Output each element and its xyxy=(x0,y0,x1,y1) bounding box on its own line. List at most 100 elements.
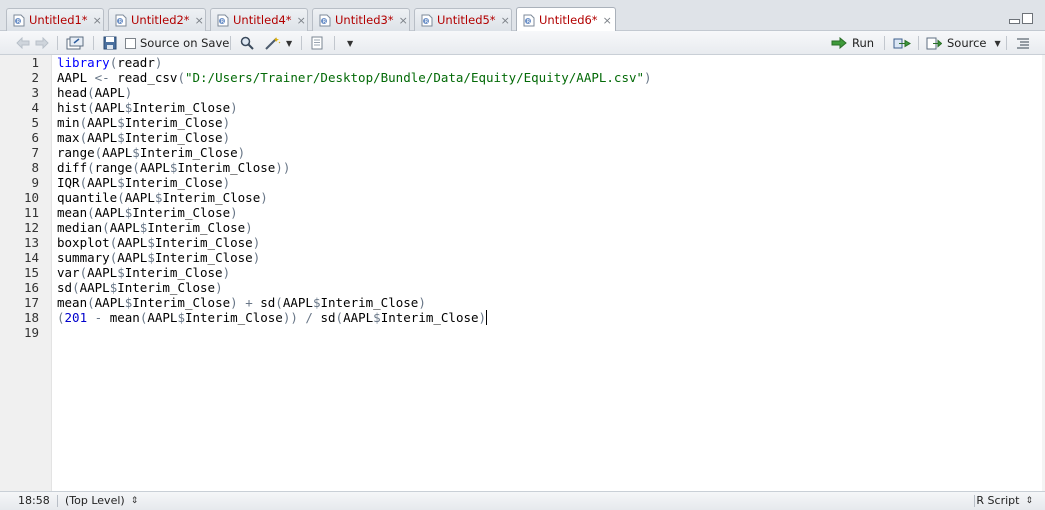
compile-report-icon[interactable] xyxy=(310,31,324,55)
toolbar-separator xyxy=(230,36,231,50)
close-icon[interactable]: × xyxy=(603,14,612,27)
close-icon[interactable]: × xyxy=(501,14,510,27)
tab-untitled2[interactable]: R Untitled2* × xyxy=(108,8,206,31)
source-button[interactable]: Source ▼ xyxy=(926,31,1001,55)
tab-label: Untitled6* xyxy=(539,13,598,27)
svg-text:R: R xyxy=(221,19,225,25)
tab-untitled4[interactable]: R Untitled4* × xyxy=(210,8,308,31)
source-on-save-checkbox[interactable]: Source on Save xyxy=(125,31,229,55)
search-icon[interactable] xyxy=(240,31,254,55)
toolbar-separator xyxy=(884,36,885,50)
r-file-icon: R xyxy=(217,14,229,27)
toolbar-separator xyxy=(93,36,94,50)
tab-label: Untitled3* xyxy=(335,13,394,27)
editor-toolbar: Source on Save ▼ ▼ Run Source ▼ xyxy=(0,31,1045,55)
source-on-save-label: Source on Save xyxy=(140,36,230,50)
scope-label: (Top Level) xyxy=(65,494,125,507)
tab-label: Untitled1* xyxy=(29,13,88,27)
r-file-icon: R xyxy=(115,14,127,27)
line-number: 14 xyxy=(23,250,39,265)
source-label: Source xyxy=(947,36,987,50)
code-line[interactable]: head(AAPL) xyxy=(57,85,132,100)
line-number: 9 xyxy=(31,175,39,190)
close-icon[interactable]: × xyxy=(297,14,306,27)
code-line[interactable]: quantile(AAPL$Interim_Close) xyxy=(57,190,268,205)
options-dropdown[interactable]: ▼ xyxy=(343,31,353,55)
document-outline-icon[interactable] xyxy=(1016,31,1030,55)
line-number: 10 xyxy=(23,190,39,205)
file-type-label: R Script xyxy=(976,494,1020,507)
cursor-position: 18:58 xyxy=(18,494,50,507)
chevron-down-icon[interactable]: ▼ xyxy=(995,39,1001,48)
code-line[interactable]: AAPL <- read_csv("D:/Users/Trainer/Deskt… xyxy=(57,70,652,85)
line-number: 19 xyxy=(23,325,39,340)
close-icon[interactable]: × xyxy=(195,14,204,27)
line-number: 13 xyxy=(23,235,39,250)
toolbar-separator xyxy=(57,36,58,50)
svg-text:R: R xyxy=(425,19,429,25)
line-number: 15 xyxy=(23,265,39,280)
svg-text:R: R xyxy=(119,19,123,25)
code-line[interactable]: library(readr) xyxy=(57,55,162,70)
r-file-icon: R xyxy=(523,14,535,27)
code-line[interactable]: hist(AAPL$Interim_Close) xyxy=(57,100,238,115)
code-line[interactable]: var(AAPL$Interim_Close) xyxy=(57,265,230,280)
line-number: 12 xyxy=(23,220,39,235)
forward-arrow-icon[interactable] xyxy=(35,31,49,55)
run-label: Run xyxy=(852,36,875,50)
line-number: 5 xyxy=(31,115,39,130)
line-number: 6 xyxy=(31,130,39,145)
tab-untitled5[interactable]: R Untitled5* × xyxy=(414,8,512,31)
close-icon[interactable]: × xyxy=(399,14,408,27)
pane-window-controls xyxy=(1009,13,1033,24)
line-number: 3 xyxy=(31,85,39,100)
code-tools-wand-icon[interactable]: ▼ xyxy=(264,31,292,55)
svg-text:R: R xyxy=(323,19,327,25)
code-line[interactable]: sd(AAPL$Interim_Close) xyxy=(57,280,223,295)
minimize-pane-icon[interactable] xyxy=(1009,19,1020,24)
scope-selector[interactable]: (Top Level) ⇕ xyxy=(65,494,138,507)
tab-untitled1[interactable]: R Untitled1* × xyxy=(6,8,104,31)
save-icon[interactable] xyxy=(103,31,117,55)
back-arrow-icon[interactable] xyxy=(16,31,30,55)
code-line[interactable]: range(AAPL$Interim_Close) xyxy=(57,145,245,160)
editor-tab-bar: R Untitled1* × R Untitled2* × R Untitled… xyxy=(0,0,1045,32)
line-number: 17 xyxy=(23,295,39,310)
code-line[interactable]: boxplot(AAPL$Interim_Close) xyxy=(57,235,260,250)
tab-untitled3[interactable]: R Untitled3* × xyxy=(312,8,410,31)
checkbox[interactable] xyxy=(125,37,136,49)
status-separator xyxy=(57,495,58,507)
tab-untitled6[interactable]: R Untitled6* × xyxy=(516,7,616,32)
chevron-down-icon[interactable]: ▼ xyxy=(347,39,353,48)
tab-label: Untitled2* xyxy=(131,13,190,27)
r-file-icon: R xyxy=(319,14,331,27)
toolbar-separator xyxy=(1006,36,1007,50)
code-line[interactable]: summary(AAPL$Interim_Close) xyxy=(57,250,260,265)
chevron-down-icon[interactable]: ▼ xyxy=(286,39,292,48)
code-line[interactable]: min(AAPL$Interim_Close) xyxy=(57,115,230,130)
maximize-pane-icon[interactable] xyxy=(1022,13,1033,24)
rerun-icon[interactable] xyxy=(893,31,911,55)
line-number: 2 xyxy=(31,70,39,85)
code-editor[interactable]: 1 2 3 4 5 6 7 8 9 10 11 12 13 14 15 16 1… xyxy=(0,55,1045,491)
show-in-window-icon[interactable] xyxy=(66,31,84,55)
run-button[interactable]: Run xyxy=(831,31,874,55)
toolbar-separator xyxy=(918,36,919,50)
code-line[interactable]: max(AAPL$Interim_Close) xyxy=(57,130,230,145)
code-line[interactable]: median(AAPL$Interim_Close) xyxy=(57,220,253,235)
code-line[interactable]: IQR(AAPL$Interim_Close) xyxy=(57,175,230,190)
code-line[interactable]: diff(range(AAPL$Interim_Close)) xyxy=(57,160,290,175)
line-number: 4 xyxy=(31,100,39,115)
file-type-selector[interactable]: R Script ⇕ xyxy=(976,494,1033,507)
chevron-up-down-icon[interactable]: ⇕ xyxy=(1025,496,1033,506)
tab-label: Untitled5* xyxy=(437,13,496,27)
status-separator xyxy=(974,495,975,507)
close-icon[interactable]: × xyxy=(93,14,102,27)
line-number: 8 xyxy=(31,160,39,175)
code-line[interactable]: mean(AAPL$Interim_Close) + sd(AAPL$Inter… xyxy=(57,295,426,310)
svg-text:R: R xyxy=(527,19,531,25)
code-line[interactable]: mean(AAPL$Interim_Close) xyxy=(57,205,238,220)
chevron-up-down-icon[interactable]: ⇕ xyxy=(131,496,139,506)
editor-status-bar: 18:58 (Top Level) ⇕ R Script ⇕ xyxy=(0,491,1045,510)
code-line[interactable]: (201 - mean(AAPL$Interim_Close)) / sd(AA… xyxy=(57,310,486,325)
